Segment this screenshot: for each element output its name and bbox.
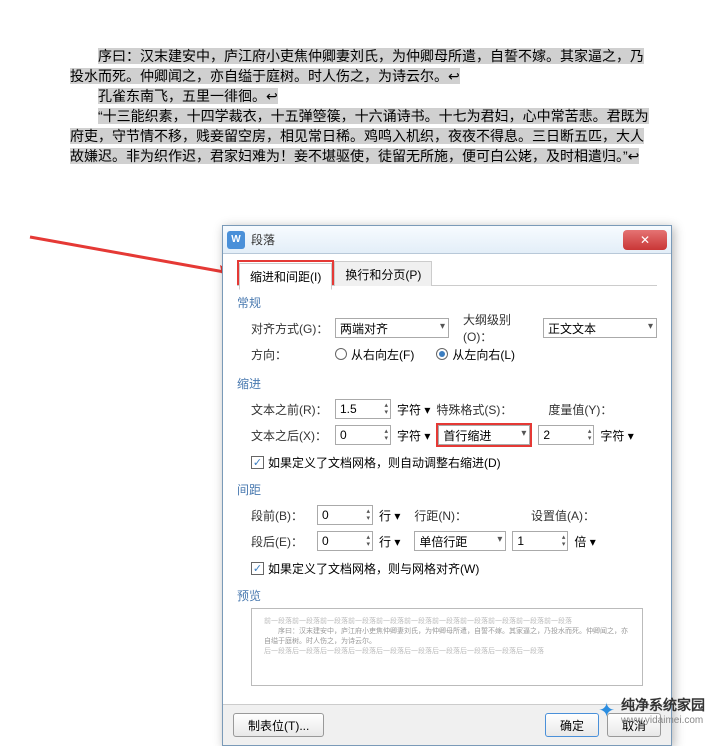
document-background: 序曰：汉末建安中，庐江府小吏焦仲卿妻刘氏，为仲卿母所遣，自誓不嫁。其家逼之，乃投… bbox=[40, 26, 680, 186]
spinner-set-value[interactable]: 1 bbox=[512, 531, 568, 551]
label-text-after: 文本之后(X)： bbox=[251, 427, 329, 444]
section-general: 常规 bbox=[237, 294, 657, 311]
tab-line-page-break[interactable]: 换行和分页(P) bbox=[334, 261, 432, 286]
unit-line-1[interactable]: 行 ▾ bbox=[379, 507, 400, 524]
label-space-after: 段后(E)： bbox=[251, 533, 311, 550]
wps-icon: W bbox=[227, 231, 245, 249]
label-line-spacing: 行距(N)： bbox=[414, 507, 467, 524]
paragraph-dialog: W 段落 ✕ 缩进和间距(I) 换行和分页(P) 常规 对齐方式(G)： 两端对… bbox=[222, 225, 672, 746]
unit-char-1[interactable]: 字符 ▾ bbox=[397, 401, 430, 418]
label-alignment: 对齐方式(G)： bbox=[251, 320, 329, 337]
unit-char-3[interactable]: 字符 ▾ bbox=[600, 427, 633, 444]
checkbox-grid-spacing[interactable]: ✓如果定义了文档网格，则与网格对齐(W) bbox=[251, 560, 479, 577]
dialog-title: 段落 bbox=[251, 231, 623, 248]
label-outline: 大纲级别(O)： bbox=[463, 311, 537, 345]
spinner-text-before[interactable]: 1.5 bbox=[335, 399, 391, 419]
label-measure: 度量值(Y)： bbox=[548, 401, 612, 418]
tabstop-button[interactable]: 制表位(T)... bbox=[233, 713, 324, 737]
tab-bar: 缩进和间距(I) 换行和分页(P) bbox=[237, 260, 657, 286]
section-spacing: 间距 bbox=[237, 481, 657, 498]
radio-ltr[interactable]: 从左向右(L) bbox=[436, 346, 515, 363]
label-text-before: 文本之前(R)： bbox=[251, 401, 329, 418]
spinner-space-after[interactable]: 0 bbox=[317, 531, 373, 551]
spinner-space-before[interactable]: 0 bbox=[317, 505, 373, 525]
spinner-text-after[interactable]: 0 bbox=[335, 425, 391, 445]
unit-char-2[interactable]: 字符 ▾ bbox=[397, 427, 430, 444]
label-set-value: 设置值(A)： bbox=[531, 507, 595, 524]
label-direction: 方向： bbox=[251, 346, 329, 363]
combo-line-spacing[interactable]: 单倍行距 bbox=[414, 531, 506, 551]
combo-alignment[interactable]: 两端对齐 bbox=[335, 318, 449, 338]
label-special: 特殊格式(S)： bbox=[436, 401, 512, 418]
tab-indent-spacing[interactable]: 缩进和间距(I) bbox=[239, 263, 332, 290]
combo-outline[interactable]: 正文文本 bbox=[543, 318, 657, 338]
annotation-arrow bbox=[20, 225, 250, 295]
ok-button[interactable]: 确定 bbox=[545, 713, 599, 737]
watermark-url: www.yidaimei.com bbox=[621, 715, 705, 726]
watermark: ✦ 纯净系统家园 www.yidaimei.com bbox=[598, 695, 705, 726]
selected-text: 序曰：汉末建安中，庐江府小吏焦仲卿妻刘氏，为仲卿母所遣，自誓不嫁。其家逼之，乃投… bbox=[70, 46, 650, 166]
section-preview: 预览 bbox=[237, 587, 657, 604]
preview-box: 前一段落前一段落前一段落前一段落前一段落前一段落前一段落前一段落前一段落前一段落… bbox=[251, 608, 643, 686]
titlebar[interactable]: W 段落 ✕ bbox=[223, 226, 671, 254]
unit-multiple[interactable]: 倍 ▾ bbox=[574, 533, 595, 550]
combo-special-format[interactable]: 首行缩进 bbox=[438, 425, 530, 445]
label-space-before: 段前(B)： bbox=[251, 507, 311, 524]
checkbox-grid-indent[interactable]: ✓如果定义了文档网格，则自动调整右缩进(D) bbox=[251, 454, 501, 471]
unit-line-2[interactable]: 行 ▾ bbox=[379, 533, 400, 550]
radio-rtl[interactable]: 从右向左(F) bbox=[335, 346, 414, 363]
close-button[interactable]: ✕ bbox=[623, 230, 667, 250]
spinner-measure[interactable]: 2 bbox=[538, 425, 594, 445]
section-indent: 缩进 bbox=[237, 375, 657, 392]
watermark-text: 纯净系统家园 bbox=[621, 695, 705, 715]
watermark-icon: ✦ bbox=[598, 698, 615, 723]
